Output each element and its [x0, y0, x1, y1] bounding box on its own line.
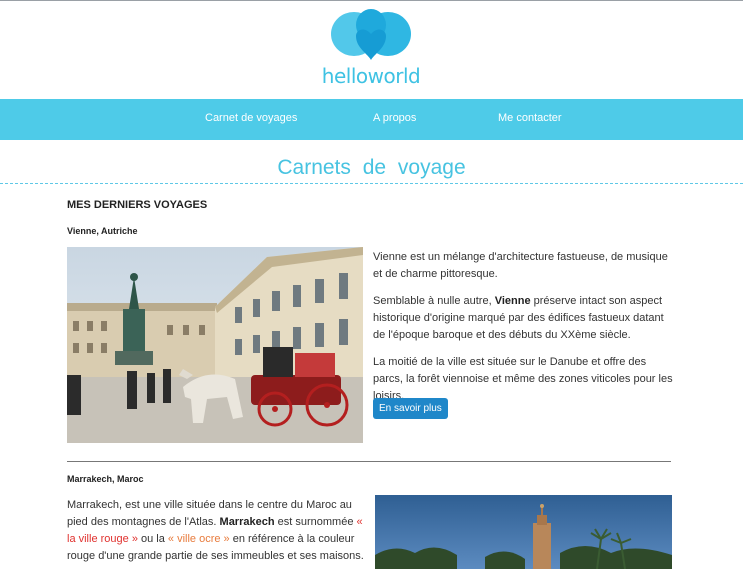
main-nav: Carnet de voyages A propos Me contacter — [0, 99, 743, 140]
vienna-description: Vienne est un mélange d'architecture fas… — [373, 249, 673, 415]
trip-place-vienna: Vienne, Autriche — [67, 226, 138, 236]
vienna-p2-bold: Vienne — [494, 295, 531, 307]
section-divider — [67, 461, 671, 462]
en-savoir-plus-button[interactable]: En savoir plus — [373, 398, 448, 419]
marrakech-text-3: ou la — [137, 533, 168, 545]
nav-item-me-contacter[interactable]: Me contacter — [498, 112, 562, 124]
marrakech-photo — [375, 495, 672, 569]
marrakech-description: Marrakech, est une ville située dans le … — [67, 497, 367, 565]
heart-logo-icon — [331, 9, 411, 60]
top-border — [0, 0, 743, 1]
vienna-paragraph-2: Semblable à nulle autre, Vienne préserve… — [373, 293, 673, 344]
marrakech-text-2: est surnommée — [274, 516, 357, 528]
logo-text: helloworld — [321, 64, 421, 88]
title-divider — [0, 183, 743, 184]
page-title: Carnets de voyage — [277, 156, 466, 179]
vienna-paragraph-1: Vienne est un mélange d'architecture fas… — [373, 251, 668, 280]
site-logo[interactable]: helloworld — [316, 8, 426, 88]
vienna-p2-text-a: Semblable à nulle autre, — [373, 295, 495, 307]
marrakech-bold: Marrakech — [219, 516, 275, 528]
nav-item-a-propos[interactable]: A propos — [373, 112, 416, 124]
section-heading: MES DERNIERS VOYAGES — [67, 199, 208, 211]
vienna-photo — [67, 247, 363, 443]
ville-ocre-link[interactable]: « ville ocre » — [168, 533, 230, 545]
trip-place-marrakech: Marrakech, Maroc — [67, 474, 144, 484]
nav-item-carnet-de-voyages[interactable]: Carnet de voyages — [205, 112, 297, 124]
